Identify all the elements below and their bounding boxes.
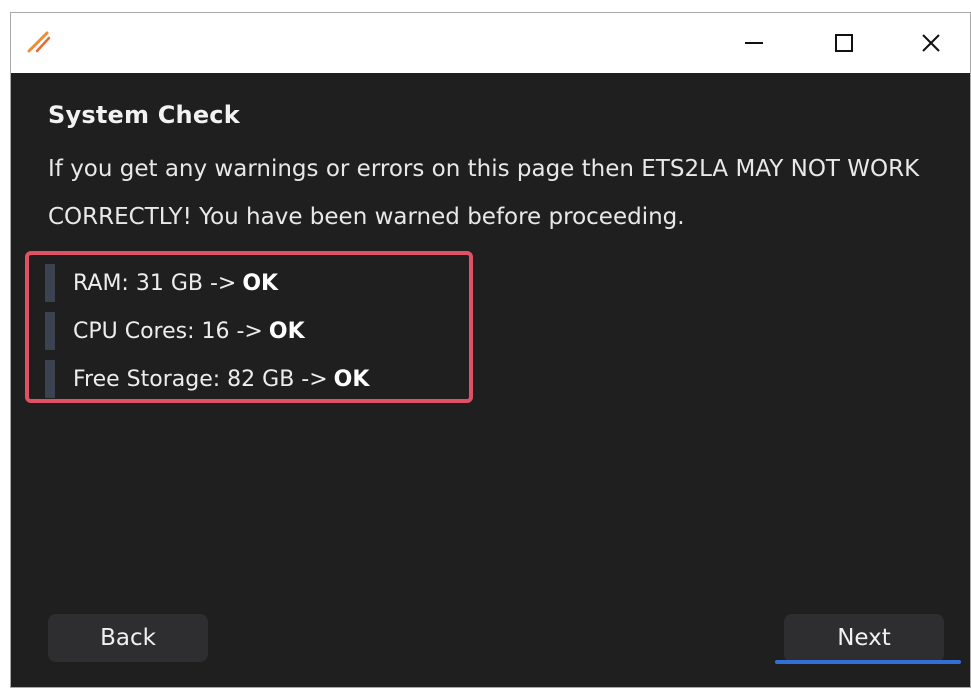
check-indicator-bar: [45, 264, 55, 302]
check-indicator-bar: [45, 360, 55, 398]
check-status: OK: [242, 270, 279, 296]
check-status: OK: [333, 366, 370, 392]
close-icon: [921, 34, 940, 52]
setup-window: System Check If you get any warnings or …: [10, 12, 971, 688]
check-item-storage: Free Storage: 82 GB -> OK: [45, 355, 369, 403]
minimize-icon: [745, 42, 763, 44]
system-check-page: System Check If you get any warnings or …: [11, 73, 970, 687]
check-results-list: RAM: 31 GB -> OK CPU Cores: 16 -> OK Fre…: [45, 259, 369, 403]
check-indicator-bar: [45, 312, 55, 350]
warning-message: If you get any warnings or errors on thi…: [48, 156, 920, 230]
next-button[interactable]: Next: [784, 614, 944, 662]
back-button[interactable]: Back: [48, 614, 208, 662]
check-label: RAM: 31 GB ->: [73, 270, 237, 296]
app-logo-icon: [27, 31, 51, 53]
check-item-ram: RAM: 31 GB -> OK: [45, 259, 369, 307]
check-label: Free Storage: 82 GB ->: [73, 366, 328, 392]
next-focus-underline: [775, 660, 961, 664]
maximize-button[interactable]: [799, 13, 889, 73]
maximize-icon: [835, 34, 853, 52]
page-title: System Check: [48, 101, 240, 129]
close-button[interactable]: [889, 13, 970, 73]
minimize-button[interactable]: [709, 13, 799, 73]
check-status: OK: [268, 318, 305, 344]
title-bar[interactable]: [11, 13, 970, 73]
check-label: CPU Cores: 16 ->: [73, 318, 263, 344]
check-item-cpu: CPU Cores: 16 -> OK: [45, 307, 369, 355]
